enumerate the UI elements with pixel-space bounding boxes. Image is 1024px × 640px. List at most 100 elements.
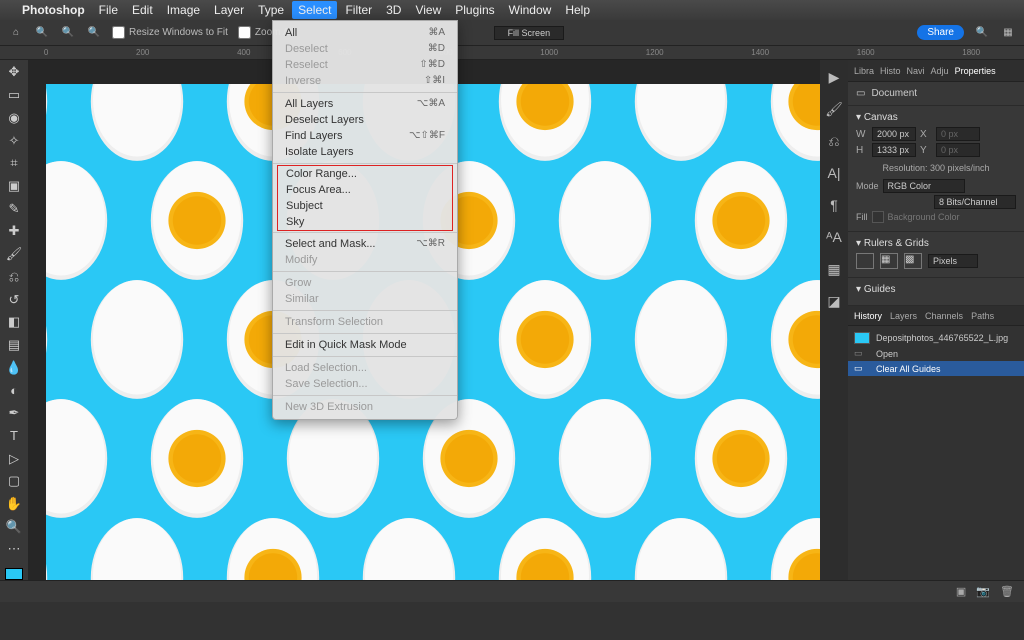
tab-navigator[interactable]: Navi [907, 66, 925, 76]
tab-layers[interactable]: Layers [890, 311, 917, 321]
snapshot-icon[interactable]: ▣ [956, 585, 966, 598]
color-icon[interactable]: ◪ [825, 292, 843, 310]
stamp-tool[interactable]: ⎌ [4, 268, 24, 285]
frame-tool[interactable]: ▣ [4, 178, 24, 195]
collapsed-panels: ▶ 🖌 ⎌ A| ¶ ᴬA ▦ ◪ [820, 60, 848, 580]
tab-paths[interactable]: Paths [971, 311, 994, 321]
play-icon[interactable]: ▶ [825, 68, 843, 86]
ruler-icon[interactable] [856, 253, 874, 269]
wand-tool[interactable]: ✧ [4, 132, 24, 149]
tab-histogram[interactable]: Histo [880, 66, 901, 76]
tab-channels[interactable]: Channels [925, 311, 963, 321]
menu-item-edit-in-quick-mask-mode[interactable]: Edit in Quick Mask Mode [273, 337, 457, 353]
zoom-tool[interactable]: 🔍 [4, 518, 24, 535]
tab-history[interactable]: History [854, 311, 882, 321]
history-item[interactable]: ▭Clear All Guides [848, 361, 1024, 376]
history-brush-tool[interactable]: ↺ [4, 291, 24, 308]
heal-tool[interactable]: ✚ [4, 223, 24, 240]
menu-view[interactable]: View [415, 3, 441, 17]
zoom-in-icon[interactable]: 🔍 [60, 25, 76, 41]
swatches-icon[interactable]: ▦ [825, 260, 843, 278]
menu-item-focus-area[interactable]: Focus Area... [278, 182, 452, 198]
select-menu-dropdown: All⌘ADeselect⌘DReselect⇧⌘DInverse⇧⌘IAll … [272, 20, 458, 420]
brush-settings-icon[interactable]: 🖌 [825, 100, 843, 118]
dodge-tool[interactable]: ◐ [4, 382, 24, 399]
hand-tool[interactable]: ✋ [4, 496, 24, 513]
marquee-tool[interactable]: ▭ [4, 87, 24, 104]
lasso-tool[interactable]: ◉ [4, 109, 24, 126]
tab-libraries[interactable]: Libra [854, 66, 874, 76]
menu-item-deselect-layers[interactable]: Deselect Layers [273, 112, 457, 128]
app-name[interactable]: Photoshop [22, 3, 85, 17]
menu-image[interactable]: Image [167, 3, 200, 17]
canvas-section-header[interactable]: ▾ Canvas [856, 112, 1016, 123]
workspace-icon[interactable]: ▦ [1000, 25, 1016, 41]
menu-select[interactable]: Select [292, 1, 337, 19]
menubar: Photoshop File Edit Image Layer Type Sel… [0, 0, 1024, 20]
mode-select[interactable]: RGB Color [883, 179, 965, 193]
history-source[interactable]: Depositphotos_446765522_L.jpg [848, 330, 1024, 346]
menu-file[interactable]: File [99, 3, 118, 17]
status-bar: ▣ 📷 🗑 [0, 580, 1024, 602]
depth-select[interactable]: 8 Bits/Channel [934, 195, 1016, 209]
menu-plugins[interactable]: Plugins [455, 3, 494, 17]
menu-layer[interactable]: Layer [214, 3, 244, 17]
menu-item-all-layers[interactable]: All Layers⌥⌘A [273, 96, 457, 112]
path-tool[interactable]: ▷ [4, 450, 24, 467]
tab-adjustments[interactable]: Adju [931, 66, 949, 76]
width-field[interactable]: 2000 px [872, 127, 916, 141]
pen-tool[interactable]: ✒ [4, 405, 24, 422]
type-tool[interactable]: T [4, 428, 24, 445]
menu-filter[interactable]: Filter [345, 3, 372, 17]
menu-item-all[interactable]: All⌘A [273, 25, 457, 41]
menu-item-sky[interactable]: Sky [278, 214, 452, 230]
menu-item-isolate-layers[interactable]: Isolate Layers [273, 144, 457, 160]
menu-item-color-range[interactable]: Color Range... [278, 166, 452, 182]
trash-icon[interactable]: 🗑 [1000, 585, 1014, 598]
character-icon[interactable]: A| [825, 164, 843, 182]
menu-item-select-and-mask[interactable]: Select and Mask...⌥⌘R [273, 236, 457, 252]
rulers-section-header[interactable]: ▾ Rulers & Grids [856, 238, 1016, 249]
menu-help[interactable]: Help [565, 3, 590, 17]
history-item[interactable]: ▭Open [848, 346, 1024, 361]
zoom-icon[interactable]: 🔍 [34, 25, 50, 41]
egg-image [686, 391, 796, 526]
menu-item-grow: Grow [273, 275, 457, 291]
menu-item-find-layers[interactable]: Find Layers⌥⇧⌘F [273, 128, 457, 144]
ruler-tick: 1600 [857, 48, 875, 57]
paragraph-icon[interactable]: ¶ [825, 196, 843, 214]
resize-windows-checkbox[interactable]: Resize Windows to Fit [112, 26, 228, 39]
guides-section-header[interactable]: ▾ Guides [856, 284, 1016, 295]
y-label: Y [920, 145, 932, 156]
search-icon[interactable]: 🔍 [974, 25, 990, 41]
zoom-out-icon[interactable]: 🔍 [86, 25, 102, 41]
eyedropper-tool[interactable]: ✎ [4, 200, 24, 217]
height-field[interactable]: 1333 px [872, 143, 916, 157]
camera-icon[interactable]: 📷 [976, 585, 990, 598]
menu-3d[interactable]: 3D [386, 3, 401, 17]
menu-edit[interactable]: Edit [132, 3, 153, 17]
menu-window[interactable]: Window [509, 3, 552, 17]
units-select[interactable]: Pixels [928, 254, 978, 268]
move-tool[interactable]: ✥ [4, 64, 24, 81]
crop-tool[interactable]: ⌗ [4, 155, 24, 172]
edit-toolbar[interactable]: ⋯ [4, 541, 24, 558]
fill-screen-button[interactable]: Fill Screen [494, 26, 564, 40]
brush-tool[interactable]: 🖌 [4, 246, 24, 263]
fill-swatch[interactable] [872, 211, 884, 223]
shape-tool[interactable]: ▢ [4, 473, 24, 490]
grid-icon[interactable]: ▦ [880, 253, 898, 269]
tab-properties[interactable]: Properties [955, 66, 996, 76]
home-icon[interactable]: ⌂ [8, 25, 24, 41]
eraser-tool[interactable]: ◧ [4, 314, 24, 331]
blur-tool[interactable]: 💧 [4, 359, 24, 376]
share-button[interactable]: Share [917, 25, 964, 40]
pixel-grid-icon[interactable]: ▩ [904, 253, 922, 269]
egg-image [490, 272, 600, 407]
menu-item-subject[interactable]: Subject [278, 198, 452, 214]
foreground-swatch[interactable] [5, 568, 23, 580]
glyph-icon[interactable]: ᴬA [825, 228, 843, 246]
menu-type[interactable]: Type [258, 3, 284, 17]
gradient-tool[interactable]: ▤ [4, 337, 24, 354]
clone-icon[interactable]: ⎌ [825, 132, 843, 150]
